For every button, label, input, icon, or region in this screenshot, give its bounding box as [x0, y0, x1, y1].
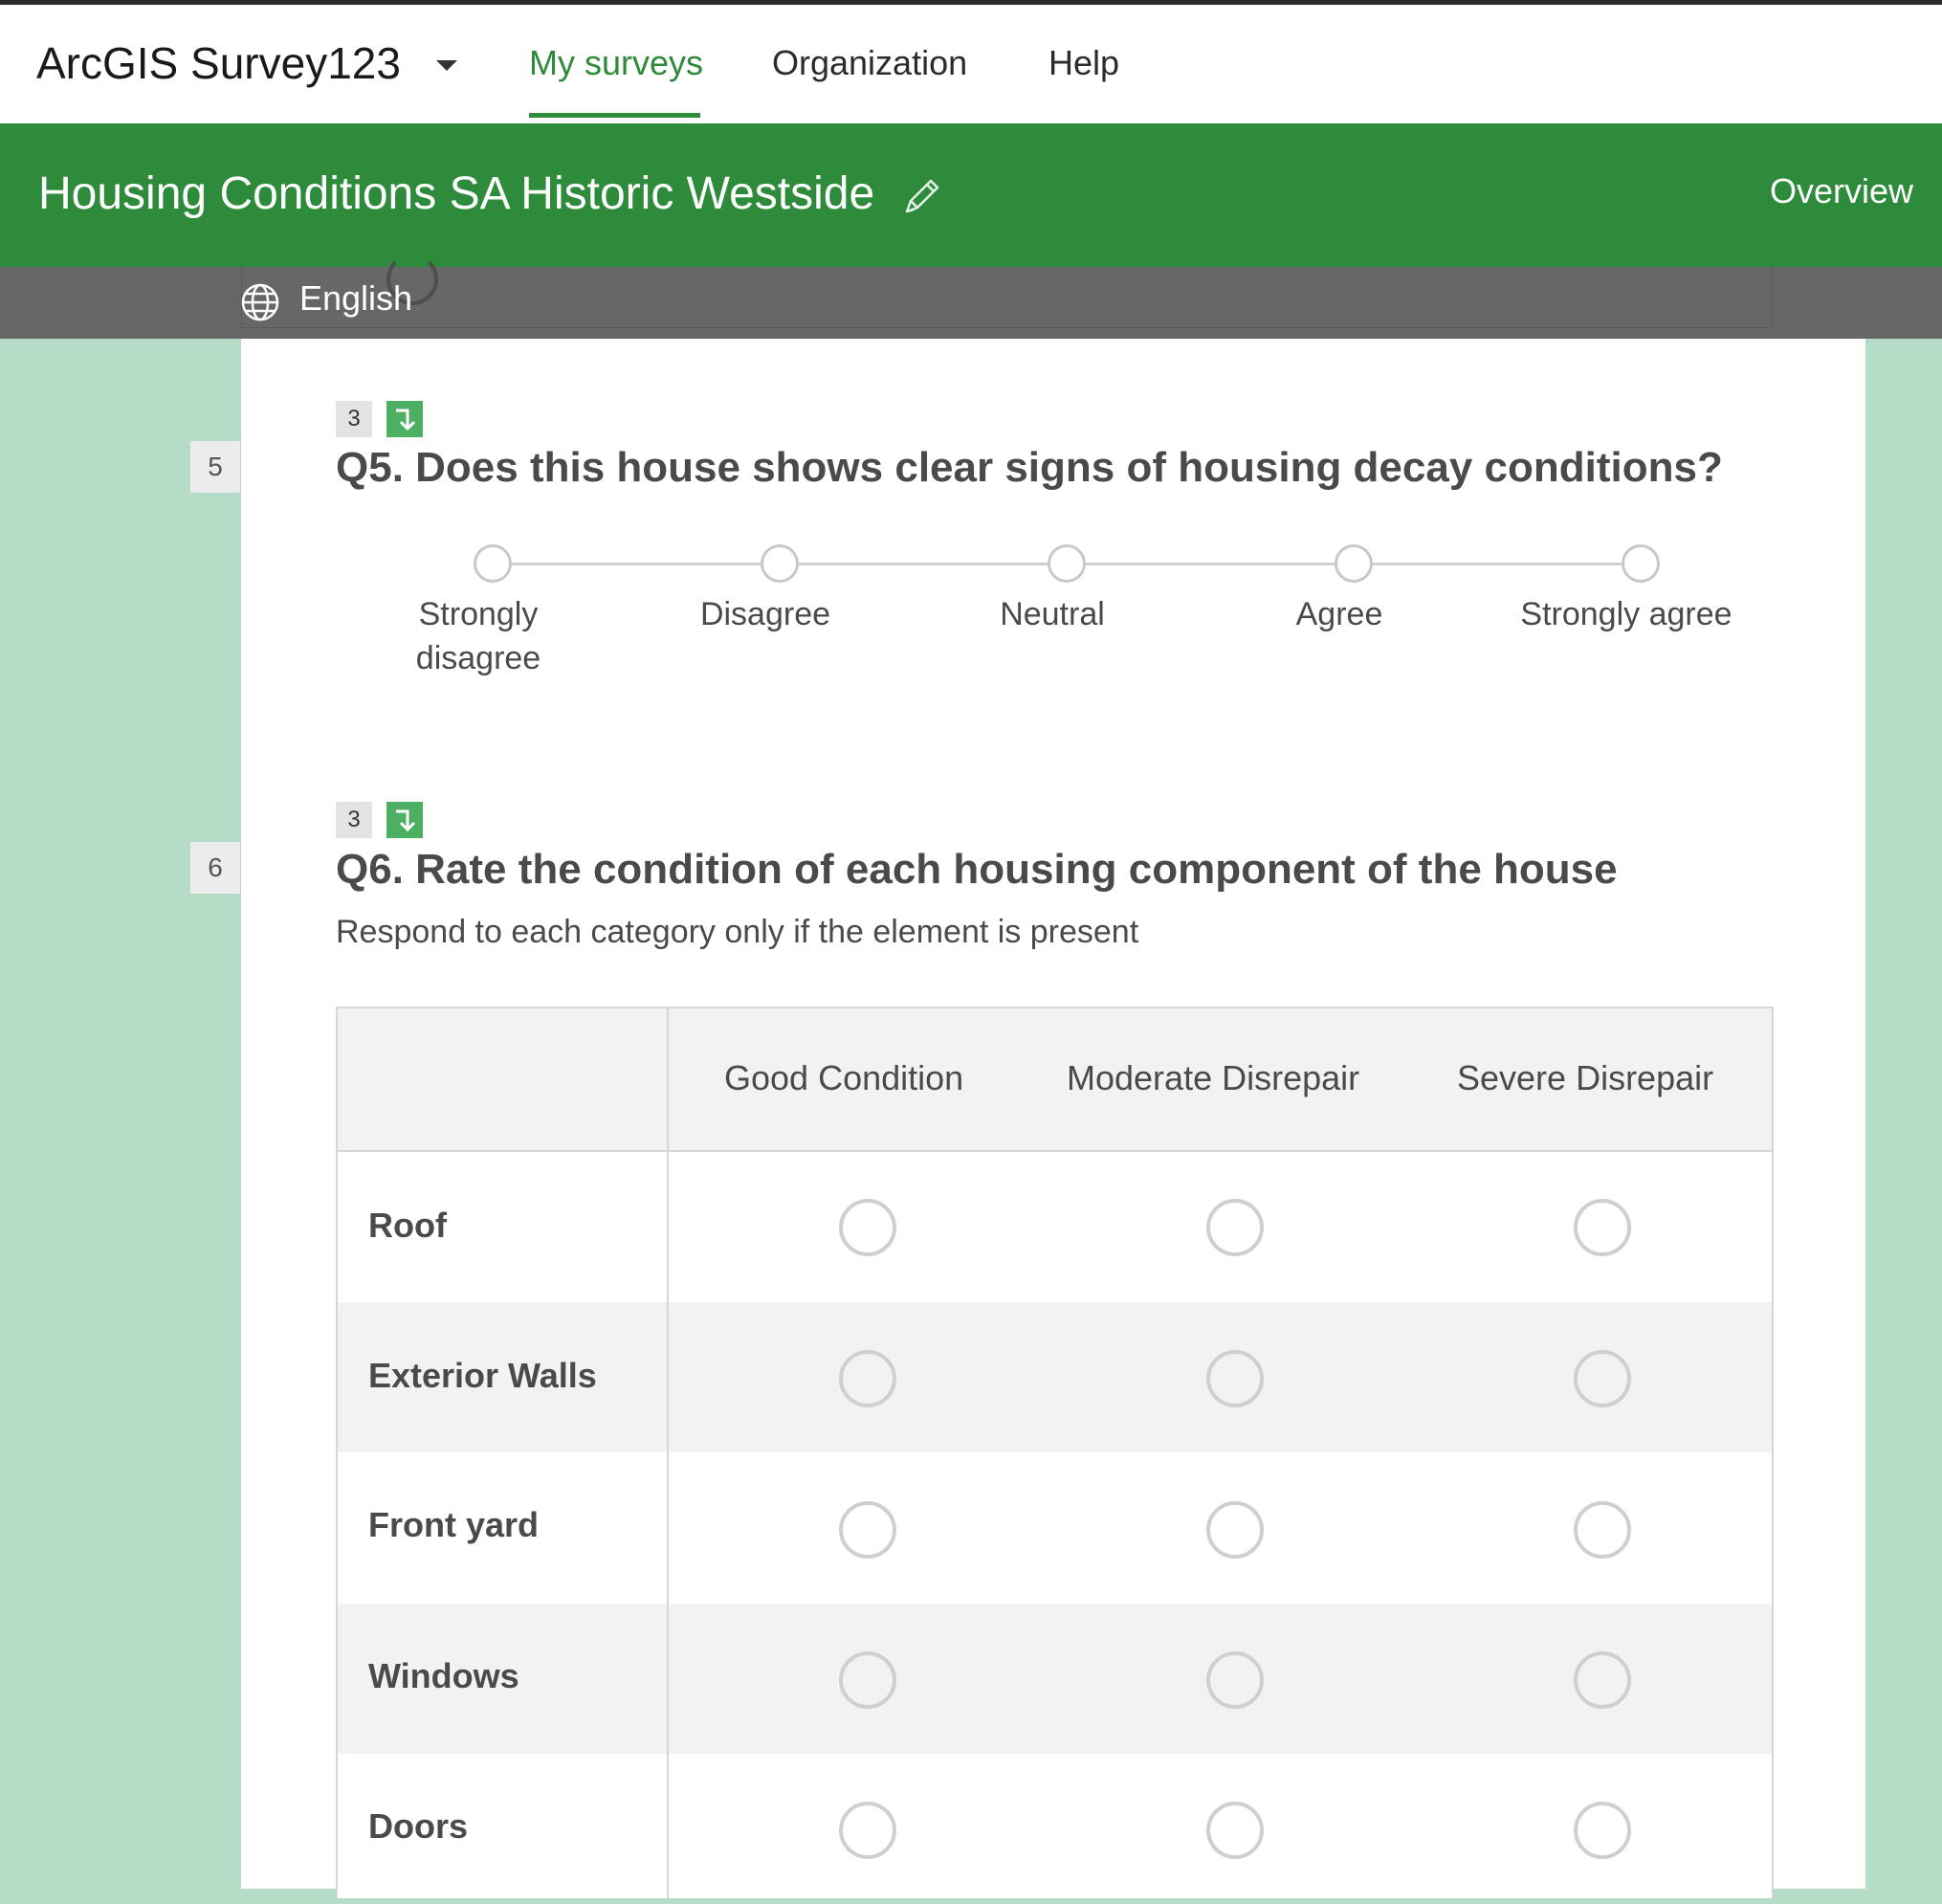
- question-badge-count: 3: [336, 802, 372, 838]
- nav-help[interactable]: Help: [1048, 43, 1119, 83]
- language-selector[interactable]: English: [299, 278, 412, 319]
- pencil-icon[interactable]: [899, 173, 945, 219]
- radio-front-yard-moderate[interactable]: [1206, 1501, 1264, 1559]
- question-title-q6: Q6. Rate the condition of each housing c…: [336, 846, 1618, 893]
- overview-link[interactable]: Overview: [1770, 171, 1913, 211]
- grid-divider: [667, 1008, 669, 1898]
- likert-label: Disagree: [699, 596, 831, 632]
- form-edge-shadow: [241, 267, 1772, 328]
- globe-icon: [241, 283, 279, 321]
- question-title-q5: Q5. Does this house shows clear signs of…: [336, 444, 1723, 491]
- table-row: Windows: [338, 1604, 1772, 1754]
- radio-front-yard-good[interactable]: [839, 1501, 896, 1559]
- radio-exterior-walls-good[interactable]: [839, 1350, 896, 1407]
- table-row: Roof: [338, 1152, 1772, 1302]
- radio-front-yard-severe[interactable]: [1574, 1501, 1631, 1559]
- table-row: Front yard: [338, 1453, 1772, 1604]
- column-good-condition: Good Condition: [724, 1058, 964, 1097]
- top-navbar: ArcGIS Survey123 My surveys Organization…: [0, 5, 1942, 123]
- radio-exterior-walls-moderate[interactable]: [1206, 1350, 1264, 1407]
- table-row: Doors: [338, 1754, 1772, 1904]
- likert-label: Agree: [1295, 596, 1383, 632]
- radio-roof-severe[interactable]: [1574, 1199, 1631, 1256]
- radio-exterior-walls-severe[interactable]: [1574, 1350, 1631, 1407]
- likert-option-strongly-agree[interactable]: [1622, 544, 1660, 583]
- column-moderate-disrepair: Moderate Disrepair: [1067, 1058, 1360, 1097]
- row-label-windows: Windows: [368, 1656, 519, 1695]
- question-hint: Respond to each category only if the ele…: [336, 914, 1139, 950]
- grid-header: Good Condition Moderate Disrepair Severe…: [338, 1008, 1772, 1152]
- row-label-roof: Roof: [368, 1206, 447, 1245]
- likert-option-agree[interactable]: [1335, 544, 1373, 583]
- survey-title: Housing Conditions SA Historic Westside: [38, 168, 875, 219]
- likert-label: Strongly disagree: [354, 592, 603, 680]
- arrow-down-right-icon: [386, 401, 423, 437]
- likert-label: Neutral: [1000, 596, 1105, 632]
- likert-grid: Good Condition Moderate Disrepair Severe…: [336, 1007, 1774, 1898]
- question-badge-count: 3: [336, 401, 372, 437]
- radio-doors-severe[interactable]: [1574, 1802, 1631, 1859]
- likert-option-strongly-disagree[interactable]: [474, 544, 512, 583]
- radio-doors-good[interactable]: [839, 1802, 896, 1859]
- nav-organization[interactable]: Organization: [772, 43, 967, 83]
- radio-doors-moderate[interactable]: [1206, 1802, 1264, 1859]
- column-severe-disrepair: Severe Disrepair: [1457, 1058, 1714, 1097]
- likert-label-line: disagree: [415, 640, 541, 676]
- likert-label-line: Strongly: [418, 596, 539, 632]
- chevron-down-icon[interactable]: [436, 60, 457, 71]
- likert-label: Strongly agree: [1520, 596, 1732, 632]
- likert-option-disagree[interactable]: [761, 544, 799, 583]
- arrow-down-right-icon: [386, 802, 423, 838]
- question-number-5: 5: [190, 441, 240, 493]
- radio-roof-good[interactable]: [839, 1199, 896, 1256]
- table-row: Exterior Walls: [338, 1302, 1772, 1452]
- app-brand[interactable]: ArcGIS Survey123: [36, 37, 401, 89]
- question-number-6: 6: [190, 842, 240, 894]
- row-label-front-yard: Front yard: [368, 1505, 540, 1544]
- radio-windows-severe[interactable]: [1574, 1651, 1631, 1709]
- survey-header: Housing Conditions SA Historic Westside …: [0, 123, 1942, 267]
- row-label-exterior-walls: Exterior Walls: [368, 1356, 597, 1395]
- nav-my-surveys[interactable]: My surveys: [529, 43, 703, 83]
- active-nav-indicator: [529, 113, 700, 118]
- radio-windows-good[interactable]: [839, 1651, 896, 1709]
- radio-windows-moderate[interactable]: [1206, 1651, 1264, 1709]
- likert-option-neutral[interactable]: [1048, 544, 1086, 583]
- row-label-doors: Doors: [368, 1806, 469, 1846]
- radio-roof-moderate[interactable]: [1206, 1199, 1264, 1256]
- language-bar: English: [0, 254, 1942, 339]
